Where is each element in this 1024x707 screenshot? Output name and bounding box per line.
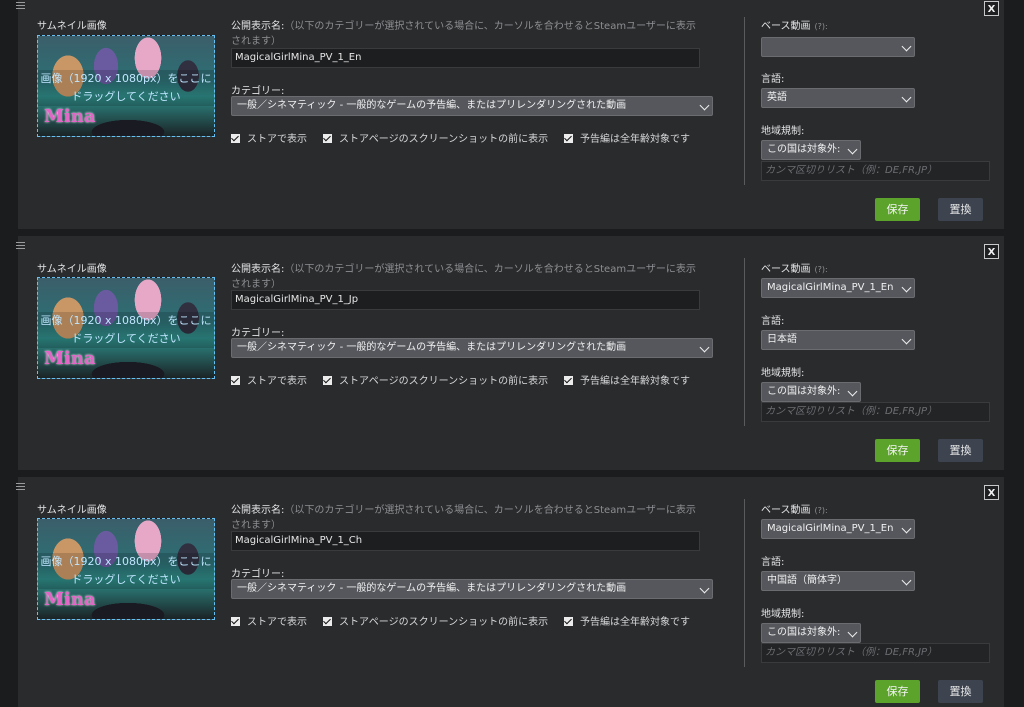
checkbox-icon [564,617,573,626]
public-name-input[interactable]: MagicalGirlMina_PV_1_En [231,48,700,68]
checkbox-icon [323,134,332,143]
chevron-down-icon [847,627,858,638]
all-ages-checkbox[interactable]: 予告編は全年齢対象です [564,613,690,628]
language-label: 言語: [761,74,785,85]
thumbnail-logo: Mina [44,589,96,610]
thumbnail-label: サムネイル画像 [37,505,107,516]
language-label: 言語: [761,316,785,327]
all-ages-checkbox[interactable]: 予告編は全年齢対象です [564,372,690,387]
thumbnail-label: サムネイル画像 [37,264,107,275]
checkbox-icon [231,617,240,626]
divider [744,258,745,426]
thumbnail-label: サムネイル画像 [37,21,107,32]
checkbox-icon [323,617,332,626]
thumbnail-logo: Mina [44,106,96,127]
base-video-label: ベース動画 (?): [761,264,828,275]
language-select[interactable]: 日本語 [761,330,915,350]
checkbox-icon [564,134,573,143]
video-panel-2: X サムネイル画像 Mina 画像（1920 x 1080px）をここに ドラッグ… [16,236,1004,470]
save-button[interactable]: 保存 [875,439,920,462]
public-name-label: 公開表示名:（以下のカテゴリーが選択されている場合に、カーソルを合わせるとSte… [231,505,696,516]
category-label: カテゴリー: [231,86,285,97]
category-select[interactable]: 一般／シネマティック - 一般的なゲームの予告編、またはプリレンダリングされた動… [231,338,713,358]
checkbox-icon [564,376,573,385]
save-button[interactable]: 保存 [875,680,920,703]
base-video-select[interactable]: MagicalGirlMina_PV_1_En [761,519,915,539]
language-select[interactable]: 英語 [761,88,915,108]
public-name-label: 公開表示名:（以下のカテゴリーが選択されている場合に、カーソルを合わせるとSte… [231,21,696,32]
region-list-input[interactable]: カンマ区切りリスト（例：DE,FR,JP） [761,161,990,181]
dropzone-text: 画像（1920 x 1080px）をここに ドラッグしてください [38,553,214,589]
show-in-store-checkbox[interactable]: ストアで表示 [231,372,307,387]
language-label: 言語: [761,557,785,568]
divider [744,17,745,185]
region-list-input[interactable]: カンマ区切りリスト（例：DE,FR,JP） [761,643,990,663]
base-video-select[interactable] [761,37,915,57]
video-panel-3: X サムネイル画像 Mina 画像（1920 x 1080px）をここに ドラッグ… [16,477,1004,707]
checkbox-icon [231,376,240,385]
chevron-down-icon [847,144,858,155]
region-list-input[interactable]: カンマ区切りリスト（例：DE,FR,JP） [761,402,990,422]
replace-button[interactable]: 置換 [938,439,983,462]
chevron-down-icon [699,100,710,111]
drag-handle-icon[interactable] [16,483,25,492]
dropzone-text: 画像（1920 x 1080px）をここに ドラッグしてください [38,70,214,106]
show-before-screenshots-checkbox[interactable]: ストアページのスクリーンショットの前に表示 [323,372,548,387]
chevron-down-icon [901,575,912,586]
thumbnail-dropzone[interactable]: Mina 画像（1920 x 1080px）をここに ドラッグしてください [37,35,215,137]
close-button[interactable]: X [984,244,999,259]
public-name-hint-cont: されます） [231,279,281,290]
base-video-label: ベース動画 (?): [761,21,828,32]
region-mode-select[interactable]: この国は対象外: [761,140,861,160]
category-label: カテゴリー: [231,569,285,580]
public-name-hint-cont: されます） [231,36,281,47]
language-select[interactable]: 中国語（簡体字） [761,571,915,591]
public-name-input[interactable]: MagicalGirlMina_PV_1_Jp [231,290,700,310]
chevron-down-icon [901,523,912,534]
thumbnail-logo: Mina [44,348,96,369]
checkbox-icon [323,376,332,385]
region-mode-select[interactable]: この国は対象外: [761,623,861,643]
show-before-screenshots-checkbox[interactable]: ストアページのスクリーンショットの前に表示 [323,613,548,628]
all-ages-checkbox[interactable]: 予告編は全年齢対象です [564,130,690,145]
thumbnail-dropzone[interactable]: Mina 画像（1920 x 1080px）をここに ドラッグしてください [37,277,215,379]
show-in-store-checkbox[interactable]: ストアで表示 [231,130,307,145]
region-label: 地域規制: [761,368,805,379]
chevron-down-icon [901,282,912,293]
chevron-down-icon [901,41,912,52]
region-mode-select[interactable]: この国は対象外: [761,382,861,402]
save-button[interactable]: 保存 [875,198,920,221]
replace-button[interactable]: 置換 [938,198,983,221]
region-label: 地域規制: [761,126,805,137]
category-select[interactable]: 一般／シネマティック - 一般的なゲームの予告編、またはプリレンダリングされた動… [231,579,713,599]
show-in-store-checkbox[interactable]: ストアで表示 [231,613,307,628]
replace-button[interactable]: 置換 [938,680,983,703]
base-video-select[interactable]: MagicalGirlMina_PV_1_En [761,278,915,298]
dropzone-text: 画像（1920 x 1080px）をここに ドラッグしてください [38,312,214,348]
drag-handle-icon[interactable] [16,242,25,251]
chevron-down-icon [901,334,912,345]
category-label: カテゴリー: [231,328,285,339]
base-video-label: ベース動画 (?): [761,505,828,516]
chevron-down-icon [847,386,858,397]
close-button[interactable]: X [984,1,999,16]
drag-handle-icon[interactable] [16,2,25,11]
show-before-screenshots-checkbox[interactable]: ストアページのスクリーンショットの前に表示 [323,130,548,145]
chevron-down-icon [699,342,710,353]
public-name-hint-cont: されます） [231,520,281,531]
public-name-label: 公開表示名:（以下のカテゴリーが選択されている場合に、カーソルを合わせるとSte… [231,264,696,275]
video-panel-1: X サムネイル画像 Mina 画像（1920 x 1080px）をここに ドラッグ… [16,0,1004,229]
thumbnail-dropzone[interactable]: Mina 画像（1920 x 1080px）をここに ドラッグしてください [37,518,215,620]
category-select[interactable]: 一般／シネマティック - 一般的なゲームの予告編、またはプリレンダリングされた動… [231,96,713,116]
divider [744,499,745,667]
chevron-down-icon [699,583,710,594]
public-name-input[interactable]: MagicalGirlMina_PV_1_Ch [231,531,700,551]
region-label: 地域規制: [761,609,805,620]
chevron-down-icon [901,92,912,103]
close-button[interactable]: X [984,485,999,500]
checkbox-icon [231,134,240,143]
